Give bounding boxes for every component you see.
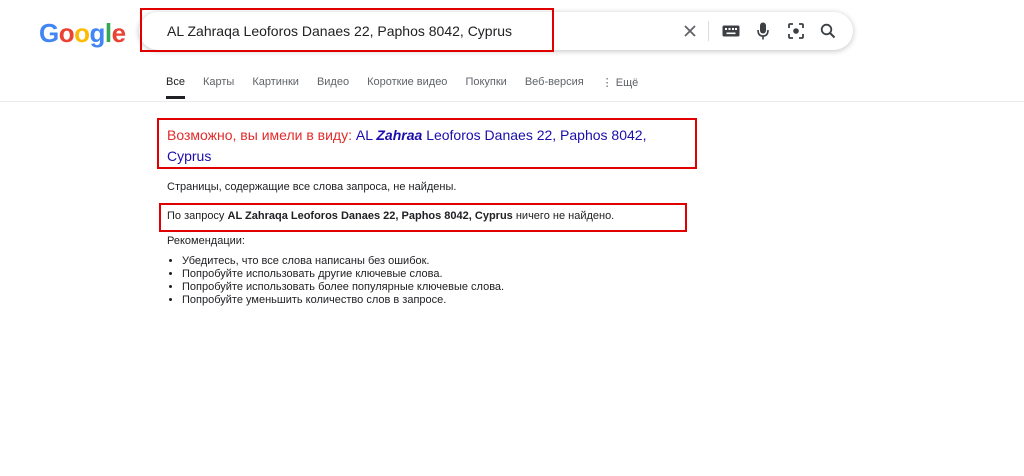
recommendations-title: Рекомендации: bbox=[167, 235, 245, 247]
close-icon[interactable] bbox=[679, 20, 701, 42]
no-pages-text: Страницы, содержащие все слова запроса, … bbox=[167, 181, 457, 193]
tab-shopping[interactable]: Покупки bbox=[465, 76, 506, 99]
list-item: Попробуйте использовать более популярные… bbox=[182, 281, 504, 294]
tab-more[interactable]: ⋮ Ещё bbox=[602, 76, 639, 99]
logo-letter: o bbox=[74, 18, 90, 48]
highlight-box-search bbox=[140, 8, 554, 52]
tab-short-videos[interactable]: Короткие видео bbox=[367, 76, 447, 99]
list-item: Попробуйте использовать другие ключевые … bbox=[182, 268, 504, 281]
list-item: Попробуйте уменьшить количество слов в з… bbox=[182, 294, 504, 307]
logo-letter: e bbox=[111, 18, 126, 48]
highlight-box-suggestion bbox=[157, 118, 697, 169]
search-icon[interactable] bbox=[817, 20, 839, 42]
more-vert-icon: ⋮ bbox=[601, 77, 613, 89]
keyboard-icon[interactable] bbox=[720, 20, 742, 42]
tab-maps[interactable]: Карты bbox=[203, 76, 234, 99]
tab-all[interactable]: Все bbox=[166, 76, 185, 99]
tabs-divider bbox=[0, 101, 1024, 102]
logo-letter: G bbox=[39, 18, 59, 48]
logo-letter: g bbox=[89, 18, 106, 48]
google-logo[interactable]: Google bbox=[39, 18, 126, 49]
highlight-box-no-results bbox=[159, 203, 687, 232]
list-item: Убедитесь, что все слова написаны без ош… bbox=[182, 255, 504, 268]
tab-images[interactable]: Картинки bbox=[252, 76, 299, 99]
tab-web[interactable]: Веб-версия bbox=[525, 76, 584, 99]
logo-letter: l bbox=[104, 18, 112, 48]
lens-icon[interactable] bbox=[785, 20, 807, 42]
search-divider bbox=[708, 21, 709, 41]
logo-letter: o bbox=[58, 18, 75, 48]
tab-more-label: Ещё bbox=[615, 77, 639, 89]
tab-videos[interactable]: Видео bbox=[317, 76, 349, 99]
microphone-icon[interactable] bbox=[752, 20, 774, 42]
search-tabs: Все Карты Картинки Видео Короткие видео … bbox=[166, 76, 656, 99]
recommendations-list: Убедитесь, что все слова написаны без ош… bbox=[162, 255, 504, 307]
